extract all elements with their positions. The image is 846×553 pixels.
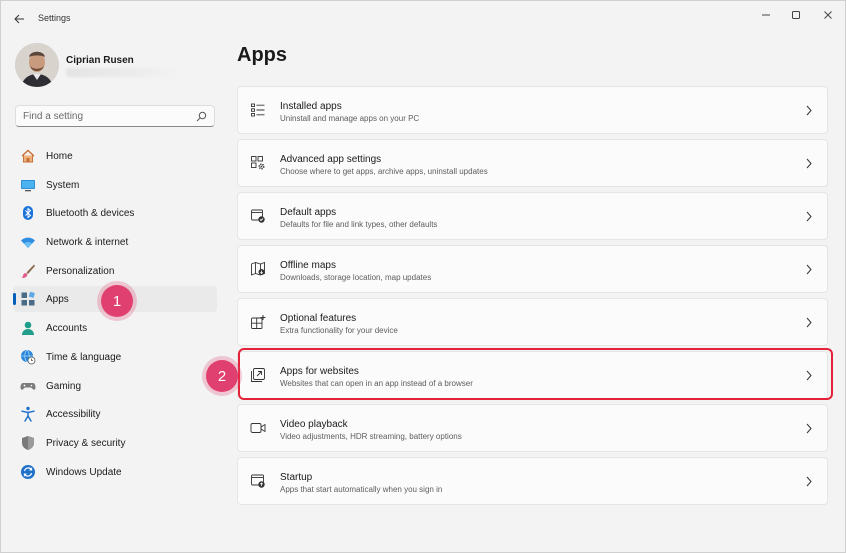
sidebar-item-label: Gaming (46, 380, 82, 392)
card-subtitle: Extra functionality for your device (280, 326, 398, 335)
step-badge-1: 1 (101, 285, 133, 317)
default-apps-icon (251, 209, 265, 223)
chevron-right-icon (806, 264, 812, 275)
sidebar-item-personalization[interactable]: Personalization (13, 258, 217, 284)
card-startup[interactable]: Startup Apps that start automatically wh… (237, 457, 828, 505)
map-icon (251, 261, 265, 276)
chevron-right-icon (806, 370, 812, 381)
page-title: Apps (237, 44, 287, 66)
globe-clock-icon (20, 349, 36, 365)
minimize-button[interactable] (751, 5, 781, 25)
home-icon (20, 148, 36, 164)
sidebar-item-label: Network & internet (46, 237, 129, 249)
monitor-icon (20, 177, 36, 193)
wifi-icon (20, 234, 36, 250)
chevron-right-icon (806, 317, 812, 328)
sidebar-item-network[interactable]: Network & internet (13, 229, 217, 255)
card-installed-apps[interactable]: Installed apps Uninstall and manage apps… (237, 86, 828, 134)
sidebar-item-label: Time & language (46, 351, 122, 363)
profile-name: Ciprian Rusen (66, 55, 134, 66)
video-icon (250, 423, 266, 433)
sidebar-item-privacy-security[interactable]: Privacy & security (13, 430, 217, 456)
card-subtitle: Defaults for file and link types, other … (280, 220, 438, 229)
open-link-icon (251, 368, 265, 382)
sidebar-item-accessibility[interactable]: Accessibility (13, 401, 217, 427)
active-indicator (13, 293, 16, 306)
sidebar-item-label: Accessibility (46, 409, 101, 421)
chevron-right-icon (806, 158, 812, 169)
sidebar-item-label: System (46, 179, 80, 191)
bluetooth-icon (20, 205, 36, 221)
chevron-right-icon (806, 105, 812, 116)
apps-icon (20, 291, 36, 307)
card-subtitle: Uninstall and manage apps on your PC (280, 114, 420, 123)
brush-icon (20, 263, 36, 279)
sidebar-item-label: Home (46, 151, 73, 162)
sidebar-item-label: Accounts (46, 323, 88, 335)
card-subtitle: Choose where to get apps, archive apps, … (280, 167, 488, 176)
title-bar: Settings (1, 1, 846, 35)
search-icon[interactable] (196, 111, 207, 122)
card-offline-maps[interactable]: Offline maps Downloads, storage location… (237, 245, 828, 293)
window-title: Settings (38, 13, 71, 23)
chevron-right-icon (806, 211, 812, 222)
back-button[interactable] (9, 9, 29, 29)
card-title: Offline maps (280, 260, 336, 271)
sidebar-item-label: Windows Update (46, 466, 122, 478)
close-icon (824, 11, 832, 19)
sidebar-item-label: Privacy & security (46, 437, 126, 449)
shield-icon (20, 435, 36, 451)
sidebar-item-system[interactable]: System (13, 172, 217, 198)
card-subtitle: Apps that start automatically when you s… (280, 485, 443, 494)
optional-features-icon (251, 315, 266, 329)
card-subtitle: Video adjustments, HDR streaming, batter… (280, 432, 462, 441)
close-button[interactable] (813, 5, 843, 25)
maximize-icon (792, 11, 800, 19)
user-photo-icon (15, 43, 59, 87)
list-icon (251, 103, 265, 117)
maximize-button[interactable] (781, 5, 811, 25)
card-title: Apps for websites (280, 366, 359, 377)
arrow-left-icon (13, 14, 24, 24)
avatar[interactable] (15, 43, 59, 87)
sidebar-item-bluetooth[interactable]: Bluetooth & devices (13, 200, 217, 226)
sidebar-item-label: Apps (46, 294, 69, 306)
sidebar-item-accounts[interactable]: Accounts (13, 315, 217, 341)
sidebar-item-home[interactable]: Home (13, 143, 217, 169)
accessibility-icon (20, 406, 36, 422)
settings-card-list: Installed apps Uninstall and manage apps… (237, 86, 828, 510)
sidebar-item-label: Bluetooth & devices (46, 208, 135, 220)
gamepad-icon (20, 378, 36, 394)
card-title: Startup (280, 472, 313, 483)
card-default-apps[interactable]: Default apps Defaults for file and link … (237, 192, 828, 240)
profile-email-blurred (66, 68, 181, 77)
card-title: Video playback (280, 419, 348, 430)
card-optional-features[interactable]: Optional features Extra functionality fo… (237, 298, 828, 346)
sidebar-item-windows-update[interactable]: Windows Update (13, 459, 217, 485)
card-title: Default apps (280, 207, 337, 218)
card-apps-for-websites[interactable]: Apps for websites Websites that can open… (237, 351, 828, 399)
search-box[interactable] (15, 105, 215, 127)
sidebar-item-time-language[interactable]: Time & language (13, 344, 217, 370)
card-subtitle: Websites that can open in an app instead… (280, 379, 473, 388)
sidebar-item-label: Personalization (46, 265, 115, 277)
settings-window: Settings Ciprian Rusen Find a setting Ho… (0, 0, 846, 553)
card-title: Installed apps (280, 101, 342, 112)
card-advanced-app-settings[interactable]: Advanced app settings Choose where to ge… (237, 139, 828, 187)
chevron-right-icon (806, 476, 812, 487)
card-title: Advanced app settings (280, 154, 382, 165)
person-icon (20, 320, 36, 336)
chevron-right-icon (806, 423, 812, 434)
search-input[interactable] (16, 106, 191, 126)
card-title: Optional features (280, 313, 357, 324)
step-badge-2: 2 (206, 360, 238, 392)
app-settings-icon (251, 156, 265, 170)
update-icon (20, 464, 36, 480)
startup-icon (251, 474, 265, 488)
card-video-playback[interactable]: Video playback Video adjustments, HDR st… (237, 404, 828, 452)
card-subtitle: Downloads, storage location, map updates (280, 273, 432, 282)
minimize-icon (762, 14, 770, 16)
sidebar-item-gaming[interactable]: Gaming (13, 373, 217, 399)
